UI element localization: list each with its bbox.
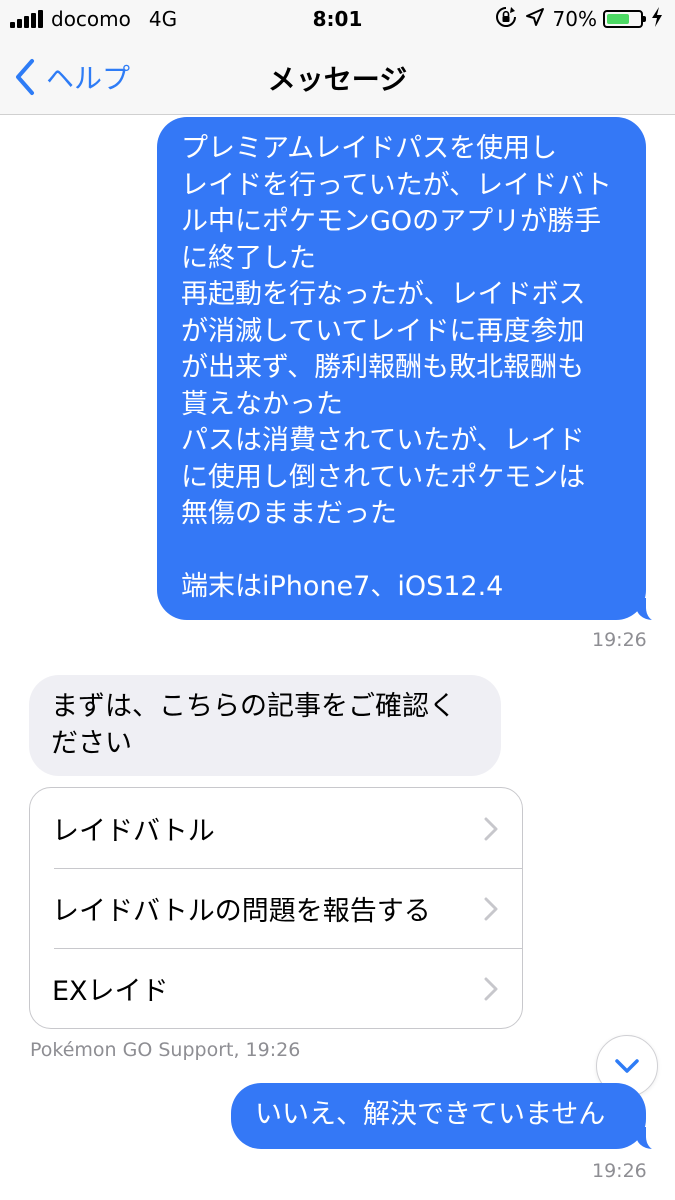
message-timestamp: 19:26	[592, 1160, 647, 1182]
message-text: まずは、こちらの記事をご確認く ださい	[51, 691, 456, 759]
incoming-message-bubble[interactable]: まずは、こちらの記事をご確認く ださい	[29, 675, 501, 776]
sender-label: Pokémon GO Support, 19:26	[30, 1039, 301, 1061]
article-label: レイドバトルの問題を報告する	[52, 895, 431, 927]
message-text: いいえ、解決できていません	[255, 1099, 606, 1130]
message-text: プレミアムレイドパスを使用し レイドを行っていたが、レイドバト ル中にポケモンG…	[181, 133, 612, 602]
article-label: EXレイド	[52, 975, 169, 1007]
status-right: 70%	[487, 6, 663, 33]
navigation-bar: ヘルプ メッセージ	[0, 40, 675, 115]
battery-level	[607, 14, 629, 24]
article-suggestions-card: レイドバトル レイドバトルの問題を報告する EXレイド	[29, 787, 523, 1029]
article-link-report-raid-problem[interactable]: レイドバトルの問題を報告する	[30, 868, 522, 948]
chevron-right-icon	[484, 897, 498, 921]
location-arrow-icon	[525, 7, 545, 32]
bubble-tail	[636, 1121, 668, 1151]
bubble-tail	[636, 592, 668, 622]
orientation-lock-icon	[495, 6, 517, 33]
page-title: メッセージ	[267, 63, 408, 96]
chevron-right-icon	[484, 977, 498, 1001]
chevron-right-icon	[484, 817, 498, 841]
article-link-raid-battle[interactable]: レイドバトル	[30, 788, 522, 868]
status-bar: docomo 4G 8:01 70%	[0, 0, 675, 40]
battery-percent: 70%	[552, 7, 597, 31]
battery-icon	[603, 10, 646, 28]
chevron-down-icon	[615, 1059, 639, 1073]
bolt-icon	[651, 6, 663, 32]
outgoing-message-bubble[interactable]: いいえ、解決できていません	[231, 1083, 646, 1149]
outgoing-message-bubble[interactable]: プレミアムレイドパスを使用し レイドを行っていたが、レイドバト ル中にポケモンG…	[157, 117, 646, 620]
article-label: レイドバトル	[52, 815, 215, 847]
article-link-ex-raid[interactable]: EXレイド	[30, 948, 522, 1028]
message-timestamp: 19:26	[592, 629, 647, 651]
